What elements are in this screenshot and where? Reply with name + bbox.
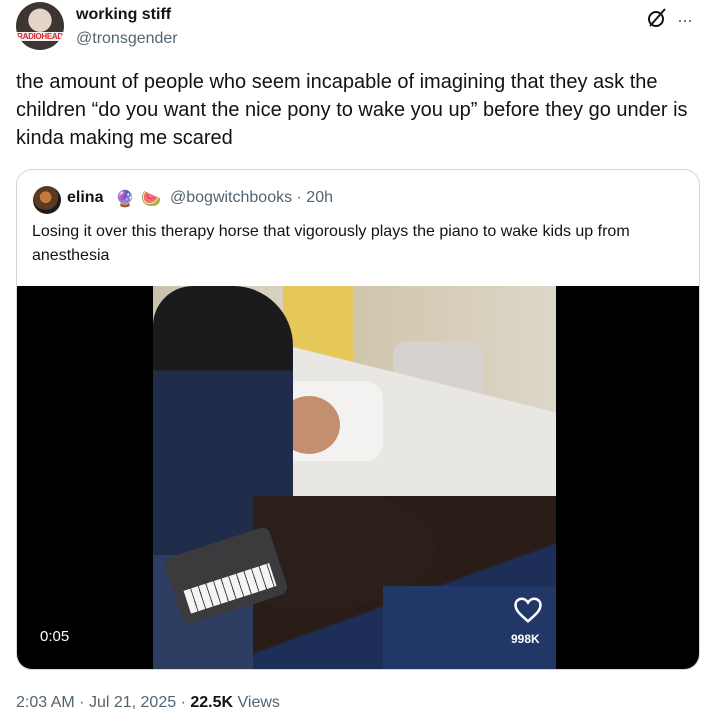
crystal-ball-emoji: 🔮 xyxy=(115,191,135,208)
tweet-text: the amount of people who seem incapable … xyxy=(16,71,688,149)
video-player[interactable]: 0:05 998K xyxy=(17,286,699,669)
avatar-logo-text: RADIOHEAD xyxy=(16,32,64,41)
tweet-metadata: 2:03 AM · Jul 21, 2025 · 22.5K Views xyxy=(16,694,280,712)
grok-icon[interactable] xyxy=(645,6,669,30)
views-count[interactable]: 22.5K xyxy=(190,694,233,711)
author-handle[interactable]: @tronsgender xyxy=(76,30,178,48)
views-label: Views xyxy=(237,694,280,711)
video-like-count: 998K xyxy=(511,632,540,646)
video-frame xyxy=(153,286,556,669)
author-avatar[interactable]: RADIOHEAD xyxy=(16,2,64,50)
video-timestamp: 0:05 xyxy=(33,625,77,648)
tweet-date[interactable]: Jul 21, 2025 xyxy=(89,694,176,711)
more-options-icon[interactable]: ··· xyxy=(677,10,693,31)
separator-dot: · xyxy=(180,694,191,711)
quoted-tweet[interactable]: elina 🔮 🍉 @bogwitchbooks · 20h Losing it… xyxy=(16,169,700,670)
heart-icon[interactable] xyxy=(513,596,543,624)
quoted-tweet-text: Losing it over this therapy horse that v… xyxy=(32,223,630,264)
quoted-author-name: elina xyxy=(67,189,104,206)
quoted-author-avatar xyxy=(33,186,61,214)
watermelon-emoji: 🍉 xyxy=(141,191,161,208)
tweet-time[interactable]: 2:03 AM xyxy=(16,694,75,711)
separator-dot: · xyxy=(79,694,89,711)
quoted-author-handle: @bogwitchbooks · 20h xyxy=(170,189,333,206)
author-display-name[interactable]: working stiff xyxy=(76,6,171,24)
